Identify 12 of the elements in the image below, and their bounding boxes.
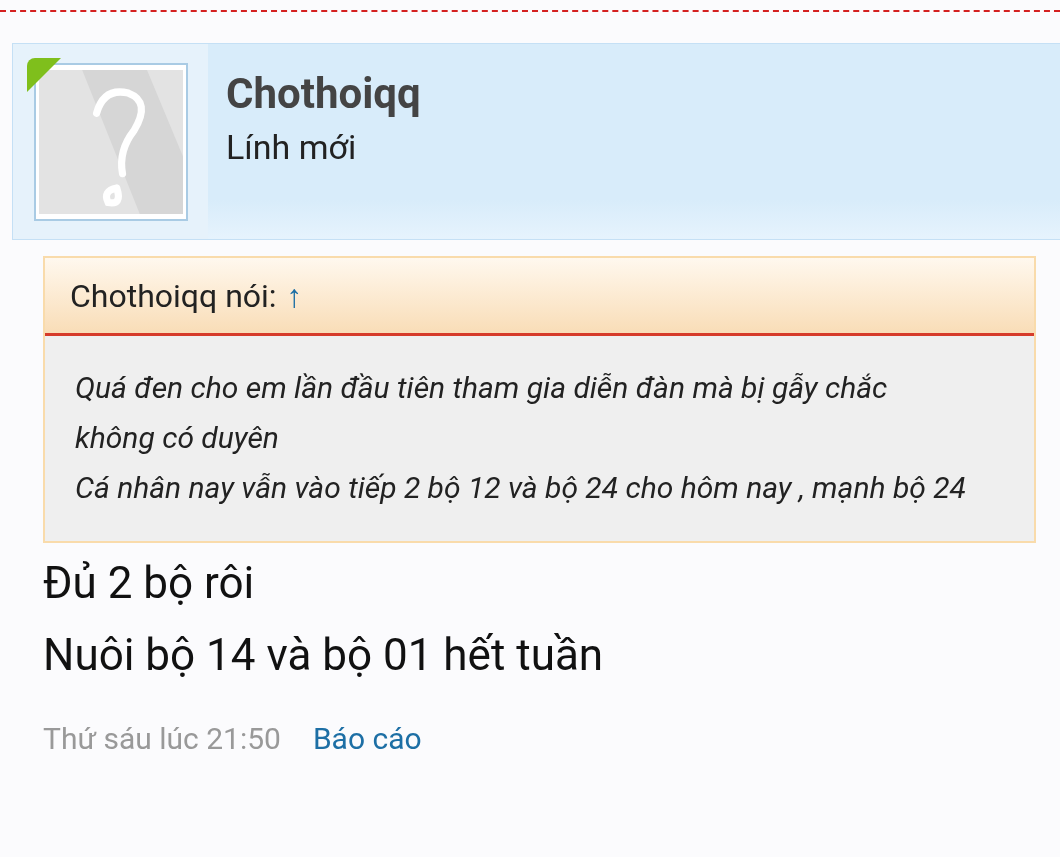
jump-link[interactable]: ↑ [286,276,303,315]
quote-text: Cá nhân nay vẫn vào tiếp 2 bộ 12 và bộ 24 cho hôm nay , mạnh bộ 24 [75,469,967,507]
quote-attribution: Chothoiqq nói: [70,276,277,315]
user-title: Lính mới [226,126,358,169]
question-mark-icon [38,67,183,216]
message-text: Đủ 2 bộ rôi [43,556,256,611]
report-link[interactable]: Báo cáo [312,721,422,756]
avatar[interactable] [33,62,188,221]
username[interactable]: Chothoiqq [226,66,421,122]
post-date: Thứ sáu lúc 21:50 [43,721,281,756]
quote-text: Quá đen cho em lần đầu tiên tham gia diễn đàn mà bị gẫy chắc không có duyên [75,369,889,457]
message-text: Nuôi bộ 14 và bộ 01 hết tuần [43,628,605,683]
